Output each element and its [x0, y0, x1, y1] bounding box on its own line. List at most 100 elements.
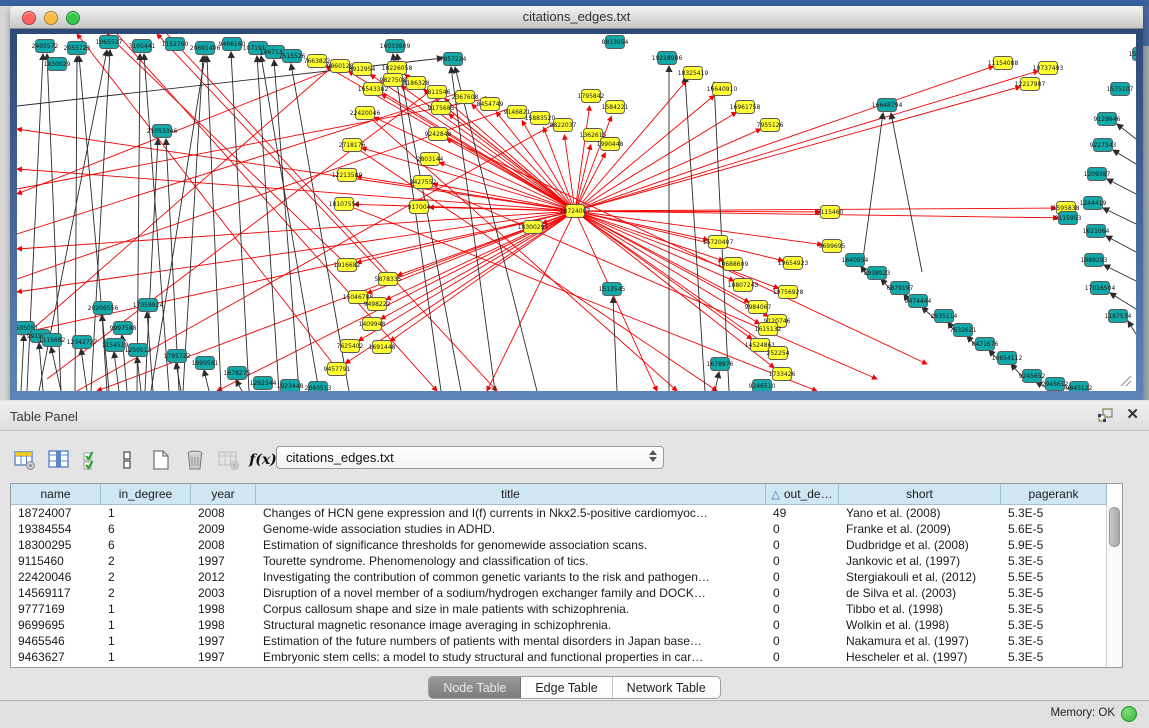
graph-edge[interactable]: [114, 352, 119, 391]
graph-edge[interactable]: [575, 95, 714, 211]
table-options-icon[interactable]: [14, 449, 36, 471]
graph-edge[interactable]: [1110, 293, 1136, 309]
float-window-icon[interactable]: [1098, 408, 1114, 422]
column-header-in_degree[interactable]: in_degree: [101, 484, 191, 505]
graph-node-label: 1830029: [44, 61, 71, 68]
graph-node-label: 9498222: [364, 301, 391, 308]
graph-node-label: 12342737: [67, 339, 98, 346]
column-header-pagerank[interactable]: pagerank: [1001, 484, 1107, 505]
memory-status-icon[interactable]: [1121, 706, 1137, 722]
table-row[interactable]: 1938455462009Genome-wide association stu…: [11, 521, 1122, 537]
graph-edge[interactable]: [102, 315, 107, 391]
table-cell: 0: [766, 601, 839, 617]
column-header-name[interactable]: name: [11, 484, 101, 505]
node-table: namein_degreeyeartitle△out_de…shortpager…: [10, 483, 1123, 668]
graph-node-label: 3105441: [129, 43, 156, 50]
graph-edge[interactable]: [257, 56, 279, 391]
network-graph-canvas[interactable]: 1872400798601288912954182260589827508165…: [17, 34, 1136, 391]
graph-edge[interactable]: [137, 54, 140, 391]
row-height-icon[interactable]: [116, 449, 138, 471]
graph-edge[interactable]: [862, 113, 883, 266]
tab-network-table[interactable]: Network Table: [613, 677, 720, 698]
graph-edge[interactable]: [207, 56, 221, 391]
function-builder-icon[interactable]: f(x): [252, 449, 274, 471]
graph-edge[interactable]: [261, 56, 319, 391]
column-header-year[interactable]: year: [191, 484, 256, 505]
graph-node-label: 16961758: [730, 104, 761, 111]
graph-edge[interactable]: [167, 34, 497, 391]
column-options-icon[interactable]: [48, 449, 70, 471]
graph-edge[interactable]: [891, 113, 922, 272]
close-panel-icon[interactable]: ✕: [1126, 407, 1139, 423]
graph-node-label: 20691406: [190, 45, 221, 52]
select-rows-icon[interactable]: [82, 449, 104, 471]
delete-table-icon[interactable]: [184, 449, 206, 471]
graph-edge[interactable]: [17, 66, 340, 194]
scrollbar-thumb[interactable]: [1109, 507, 1120, 547]
graph-node-label: 1409948: [359, 321, 386, 328]
table-row[interactable]: 911546021997Tourette syndrome. Phenomeno…: [11, 553, 1122, 569]
graph-edge[interactable]: [575, 208, 1056, 211]
graph-edge[interactable]: [575, 87, 1020, 211]
graph-edge[interactable]: [17, 129, 575, 211]
graph-node-label: 2405572: [32, 43, 59, 50]
table-row[interactable]: 946362711997Embryonic stem cells: a mode…: [11, 649, 1122, 665]
graph-node-label: 8454749: [477, 101, 504, 108]
table-row[interactable]: 977716911998Corpus callosum shape and si…: [11, 601, 1122, 617]
graph-edge[interactable]: [1128, 321, 1136, 334]
graph-edge[interactable]: [217, 211, 575, 391]
graph-edge[interactable]: [1104, 265, 1136, 281]
table-row[interactable]: 1830029562008Estimation of significance …: [11, 537, 1122, 553]
table-cell: 0: [766, 585, 839, 601]
graph-node-label: 1065527: [96, 39, 123, 46]
network-window-titlebar[interactable]: citations_edges.txt: [10, 6, 1143, 29]
tab-edge-table[interactable]: Edge Table: [521, 677, 612, 698]
table-cell: Hescheler et al. (1997): [839, 649, 1001, 665]
graph-edge[interactable]: [236, 380, 242, 391]
column-header-out_de[interactable]: △out_de…: [766, 484, 839, 505]
graph-edge[interactable]: [685, 76, 705, 391]
graph-edge[interactable]: [107, 34, 347, 265]
graph-edge[interactable]: [575, 71, 1038, 211]
graph-edge[interactable]: [183, 56, 203, 391]
tab-node-table[interactable]: Node Table: [429, 677, 521, 698]
graph-edge[interactable]: [39, 343, 43, 391]
table-row[interactable]: 2242004622012Investigating the contribut…: [11, 569, 1122, 585]
graph-edge[interactable]: [274, 60, 299, 391]
table-select-dropdown[interactable]: citations_edges.txt: [276, 446, 664, 469]
graph-edge[interactable]: [81, 349, 87, 391]
graph-edge[interactable]: [344, 204, 817, 391]
table-panel-header: Table Panel ✕: [0, 402, 1149, 431]
graph-edge[interactable]: [575, 66, 994, 211]
graph-edge[interactable]: [575, 211, 779, 288]
table-row[interactable]: 969969511998Structural magnetic resonanc…: [11, 617, 1122, 633]
graph-edge[interactable]: [27, 60, 340, 334]
graph-edge[interactable]: [715, 372, 719, 391]
graph-edge[interactable]: [1117, 124, 1136, 139]
vertical-scrollbar[interactable]: [1106, 505, 1122, 667]
graph-edge[interactable]: [575, 211, 724, 261]
table-cell: 1: [101, 601, 191, 617]
graph-node-label: 18107554: [329, 201, 360, 208]
new-table-icon[interactable]: [150, 449, 172, 471]
table-cell: 5.3E-5: [1001, 505, 1107, 521]
table-row[interactable]: 1456911722003Disruption of a novel membe…: [11, 585, 1122, 601]
graph-edge[interactable]: [1113, 150, 1136, 164]
graph-edge[interactable]: [1103, 208, 1136, 224]
column-header-title[interactable]: title: [256, 484, 766, 505]
table-row[interactable]: 946554611997Estimation of the future num…: [11, 633, 1122, 649]
table-header-row[interactable]: namein_degreeyeartitle△out_de…shortpager…: [11, 484, 1122, 505]
canvas-resize-grip[interactable]: [1121, 376, 1131, 386]
graph-edge[interactable]: [1107, 179, 1136, 194]
graph-edge[interactable]: [575, 112, 736, 211]
graph-edge[interactable]: [21, 335, 24, 391]
graph-node-label: 19654923: [778, 260, 809, 267]
table-cell: 0: [766, 537, 839, 553]
graph-edge[interactable]: [151, 56, 205, 391]
graph-edge[interactable]: [204, 370, 209, 391]
column-header-short[interactable]: short: [839, 484, 1001, 505]
table-row[interactable]: 1872400712008Changes of HCN gene express…: [11, 505, 1122, 521]
graph-edge[interactable]: [1106, 236, 1136, 252]
status-bar: Memory: OK: [0, 700, 1149, 728]
graph-edge[interactable]: [17, 169, 575, 211]
